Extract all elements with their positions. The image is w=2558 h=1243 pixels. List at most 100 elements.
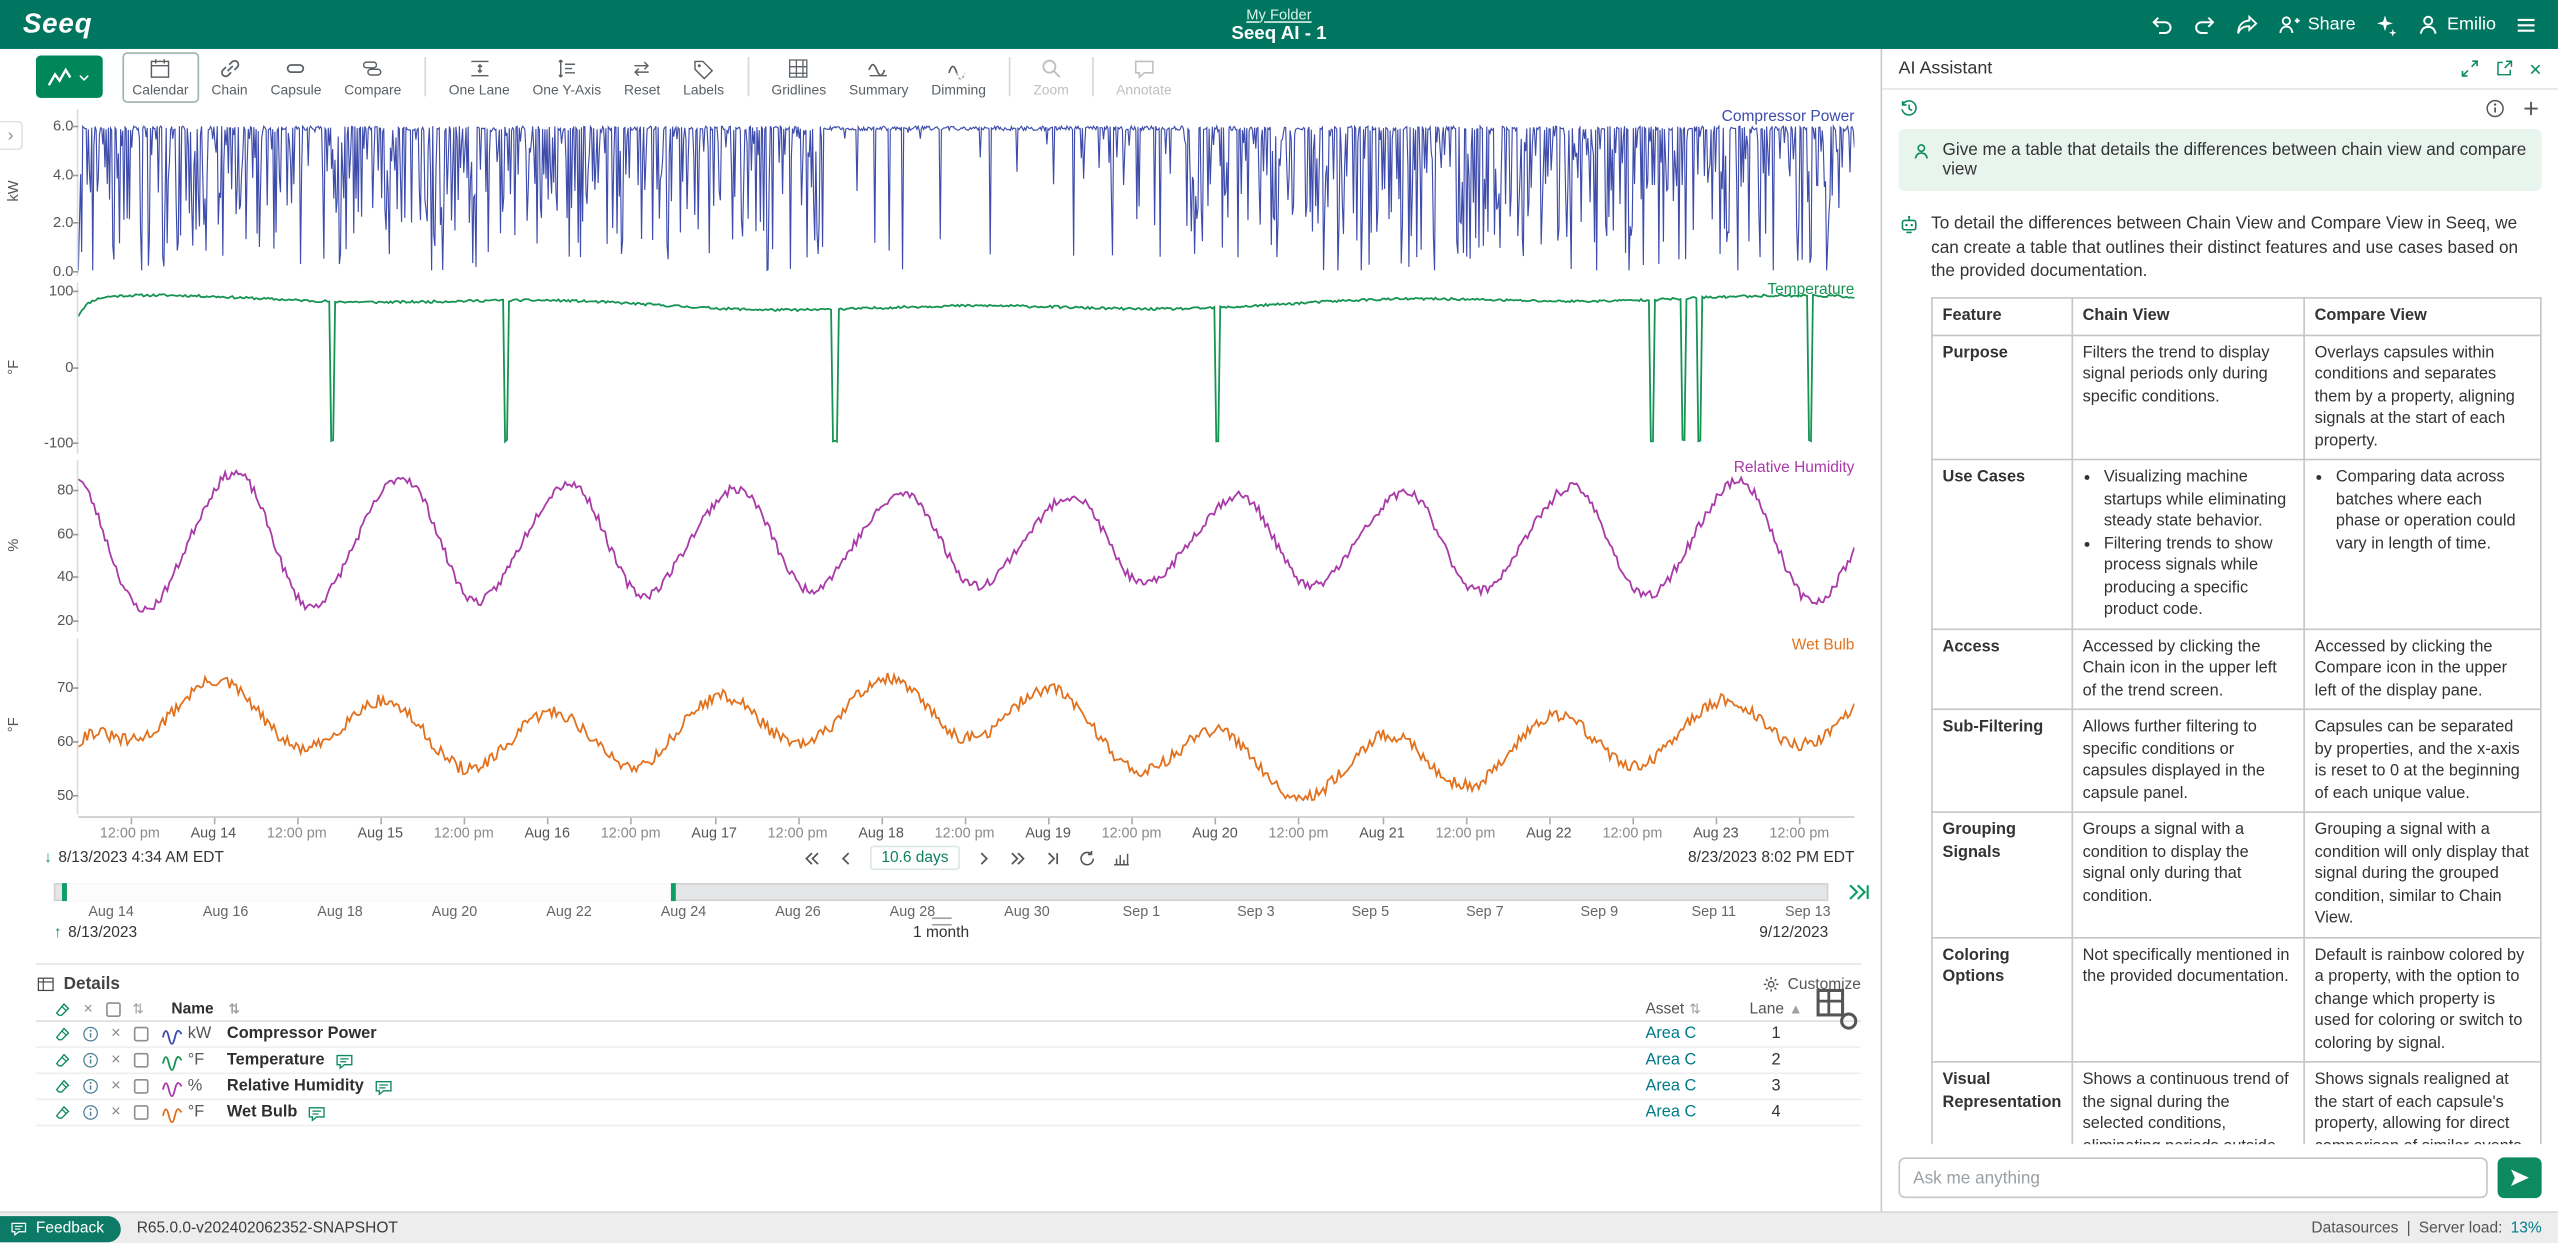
details-header-row: × ⇅ Name ⇅ Asset ⇅ Lane ▲: [35, 988, 1861, 1030]
toolbar-summary-button[interactable]: Summary: [839, 51, 918, 102]
ai-chat-input[interactable]: [1898, 1157, 2488, 1199]
y-axis-unit: °F: [4, 717, 22, 733]
feedback-button[interactable]: Feedback: [0, 1215, 121, 1242]
compressor-power-trend[interactable]: [78, 104, 1855, 277]
row-checkbox[interactable]: [127, 1105, 155, 1120]
asset-link[interactable]: Area C: [1645, 1025, 1696, 1043]
capsule-time-button[interactable]: [1112, 848, 1132, 868]
skip-to-end-button[interactable]: [1043, 848, 1063, 868]
breadcrumb[interactable]: My Folder: [1246, 6, 1311, 22]
row-checkbox[interactable]: [127, 1052, 155, 1068]
asset-link[interactable]: Area C: [1645, 1051, 1696, 1069]
select-all-checkbox[interactable]: [100, 1001, 128, 1017]
toolbar-gridlines-button[interactable]: Gridlines: [762, 51, 836, 102]
new-chat-icon[interactable]: [2520, 97, 2541, 118]
user-menu[interactable]: Emilio: [2416, 12, 2496, 36]
remove-icon[interactable]: ×: [104, 1025, 127, 1043]
step-back-button[interactable]: [836, 848, 856, 868]
info-icon[interactable]: [2485, 97, 2506, 118]
remove-icon[interactable]: ×: [104, 1077, 127, 1095]
row-checkbox[interactable]: [127, 1026, 155, 1042]
x-tick-label: 12:00 pm: [99, 824, 160, 841]
toolbar-one-lane-button[interactable]: One Lane: [439, 51, 520, 102]
toolbar-one-y-axis-button[interactable]: One Y-Axis: [523, 51, 611, 102]
rewind-button[interactable]: [801, 848, 821, 868]
forward-icon[interactable]: [2234, 12, 2258, 36]
timebar-duration-label: 1 month: [913, 923, 970, 942]
table-settings-icon[interactable]: [1812, 984, 1861, 1033]
sort-icon[interactable]: ▲: [1789, 1000, 1803, 1016]
hamburger-icon[interactable]: [2514, 12, 2538, 36]
wet-bulb-trend[interactable]: [78, 633, 1855, 816]
refresh-button[interactable]: [1078, 848, 1098, 868]
item-info-icon[interactable]: [77, 1051, 105, 1069]
undo-icon[interactable]: [2149, 12, 2173, 36]
duration-selector[interactable]: 10.6 days: [869, 845, 961, 871]
asset-link[interactable]: Area C: [1645, 1104, 1696, 1122]
toolbar-capsule-button[interactable]: Capsule: [261, 51, 331, 102]
trend-range-row: ↓ 8/13/2023 4:34 AM EDT 10.6 days 8/23/2…: [0, 845, 1881, 875]
comment-icon[interactable]: [307, 1103, 327, 1123]
bullet-item: Filtering trends to show process signals…: [2104, 533, 2294, 621]
toolbar-dimming-button[interactable]: Dimming: [921, 51, 995, 102]
item-info-icon[interactable]: [77, 1077, 105, 1095]
chat-history-icon[interactable]: [1898, 97, 1919, 118]
details-icon: [36, 975, 56, 995]
comment-icon[interactable]: [334, 1050, 354, 1070]
row-checkbox[interactable]: [127, 1079, 155, 1094]
expand-icon[interactable]: [2461, 59, 2481, 79]
asset-link[interactable]: Area C: [1645, 1077, 1696, 1095]
sidebar-expand-handle[interactable]: ›: [0, 120, 23, 151]
toolbar-calendar-button[interactable]: Calendar: [122, 51, 199, 103]
y-tick-label: 100: [48, 282, 74, 300]
remove-icon[interactable]: ×: [104, 1051, 127, 1069]
timebar-start[interactable]: ↑ 8/13/2023: [54, 924, 137, 942]
timebar-forward-icon[interactable]: [1846, 880, 1870, 904]
item-info-icon[interactable]: [77, 1104, 105, 1122]
step-forward-button[interactable]: [975, 848, 995, 868]
temperature-trend[interactable]: [78, 278, 1855, 456]
timebar-track[interactable]: [53, 883, 1829, 902]
timebar-tick-label: Sep 3: [1237, 902, 1275, 920]
x-tick-label: 12:00 pm: [1769, 824, 1830, 841]
toolbar-chain-button[interactable]: Chain: [202, 51, 258, 102]
sort-icon[interactable]: ⇅: [132, 1000, 171, 1018]
eraser-icon[interactable]: [49, 1077, 77, 1095]
remove-icon[interactable]: ×: [104, 1104, 127, 1122]
column-asset[interactable]: Asset: [1645, 1000, 1684, 1018]
fast-forward-button[interactable]: [1009, 848, 1029, 868]
send-button[interactable]: [2497, 1157, 2542, 1199]
redo-icon[interactable]: [2192, 12, 2216, 36]
eraser-icon[interactable]: [49, 1051, 77, 1069]
worksheet-main: › Calendar Chain Capsule Compare One Lane One…: [0, 48, 1881, 1212]
share-icon: [2277, 12, 2301, 36]
timebar-selection[interactable]: [62, 883, 676, 902]
toolbar-labels-button[interactable]: Labels: [673, 51, 734, 102]
trend-plot: kW 0.0 2.0 4.0 6.0 Compressor Power °F -100 0 100…: [0, 104, 1881, 816]
datasources-link[interactable]: Datasources: [2311, 1219, 2398, 1237]
column-lane[interactable]: Lane: [1749, 1000, 1784, 1018]
trend-lane-2: °F -100 0 100 Temperature: [0, 278, 1881, 456]
unit-label: °F: [187, 1103, 205, 1122]
remove-all-icon[interactable]: ×: [77, 1000, 100, 1018]
toolbar-compare-label: Compare: [344, 80, 402, 98]
toolbar-trend-button[interactable]: [35, 55, 103, 98]
toolbar-compare-button[interactable]: Compare: [334, 51, 411, 102]
item-info-icon[interactable]: [77, 1025, 105, 1043]
server-load-value[interactable]: 13%: [2511, 1219, 2542, 1237]
comment-icon[interactable]: [374, 1077, 394, 1097]
eraser-icon[interactable]: [49, 1000, 77, 1018]
ai-sparkle-icon[interactable]: [2374, 12, 2398, 36]
toolbar-one-y-axis-label: One Y-Axis: [532, 80, 602, 98]
eraser-icon[interactable]: [49, 1104, 77, 1122]
eraser-icon[interactable]: [49, 1025, 77, 1043]
column-name[interactable]: Name: [171, 1000, 213, 1018]
relative-humidity-trend[interactable]: [78, 455, 1855, 633]
toolbar-reset-button[interactable]: Reset: [614, 51, 670, 102]
sort-icon[interactable]: ⇅: [1689, 1000, 1701, 1016]
x-tick-label: 12:00 pm: [266, 824, 327, 841]
popout-icon[interactable]: [2495, 59, 2515, 79]
close-icon[interactable]: ×: [2529, 58, 2541, 79]
sort-icon[interactable]: ⇅: [228, 1000, 240, 1018]
share-button[interactable]: Share: [2277, 12, 2356, 36]
